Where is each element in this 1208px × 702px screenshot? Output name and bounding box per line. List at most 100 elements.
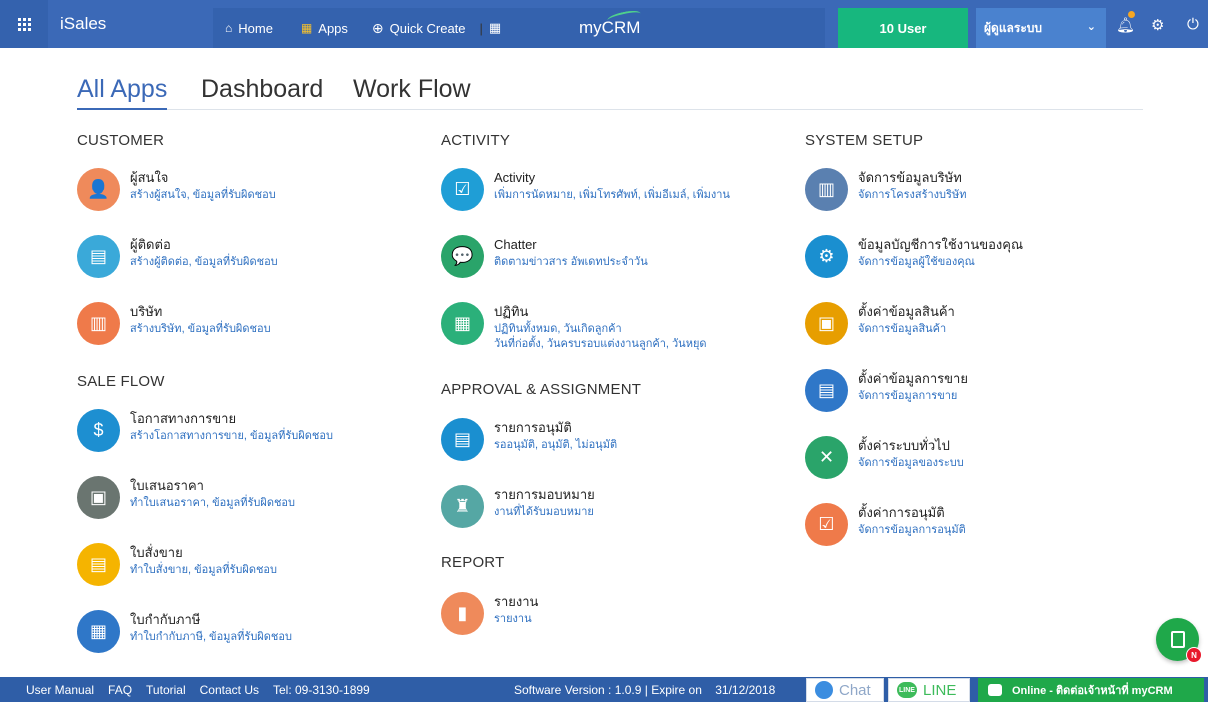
app-subtitle[interactable]: จัดการข้อมูลผู้ใช้ของคุณ — [858, 255, 1023, 270]
app-subtitle[interactable]: เพิ่มการนัดหมาย, เพิ่มโทรศัพท์, เพิ่มอีเ… — [494, 188, 730, 203]
section-approval: APPROVAL & ASSIGNMENT — [441, 381, 642, 398]
app-title: ผู้สนใจ — [130, 170, 169, 185]
app-subtitle[interactable]: จัดการข้อมูลของระบบ — [858, 456, 964, 471]
app-account-settings[interactable]: ⚙ ข้อมูลบัญชีการใช้งานของคุณ จัดการข้อมู… — [805, 235, 1023, 278]
app-title: จัดการข้อมูลบริษัท — [858, 170, 962, 185]
app-subtitle[interactable]: สร้างผู้สนใจ, ข้อมูลที่รับผิดชอบ — [130, 188, 276, 203]
tab-all-apps[interactable]: All Apps — [77, 74, 168, 110]
nav-home[interactable]: ⌂ Home — [225, 21, 273, 36]
app-tax-invoices[interactable]: ▦ ใบกำกับภาษี ทำใบกำกับภาษี, ข้อมูลที่รั… — [77, 610, 292, 653]
approval-settings-icon: ☑ — [805, 503, 848, 546]
line-button[interactable]: LINE LINE — [888, 678, 970, 702]
tab-dashboard[interactable]: Dashboard — [201, 74, 323, 104]
calendar-icon: ▦ — [441, 302, 484, 345]
app-contacts[interactable]: ▤ ผู้ติดต่อ สร้างผู้ติดต่อ, ข้อมูลที่รับ… — [77, 235, 278, 278]
app-grid-button[interactable] — [0, 0, 48, 48]
app-subtitle[interactable]: งานที่ได้รับมอบหมาย — [494, 505, 595, 520]
software-version: Software Version : 1.0.9 | Expire on 31/… — [514, 683, 776, 697]
app-title: โอกาสทางการขาย — [130, 411, 237, 426]
line-label: LINE — [923, 681, 957, 699]
plus-circle-icon: ⊕ — [371, 19, 384, 36]
app-subtitle[interactable]: ทำใบสั่งขาย, ข้อมูลที่รับผิดชอบ — [130, 563, 277, 578]
assign-icon: ♜ — [441, 485, 484, 528]
app-chatter[interactable]: 💬 Chatter ติดตามข่าวสาร อัพเดทประจำวัน — [441, 235, 648, 278]
mycrm-logo[interactable]: myCRM — [579, 8, 642, 38]
app-title: ผู้ติดต่อ — [130, 237, 171, 252]
footer-tutorial[interactable]: Tutorial — [146, 683, 186, 697]
notes-fab[interactable]: N — [1156, 618, 1202, 663]
app-subtitle-2[interactable]: วันที่ก่อตั้ง, วันครบรอบแต่งงานลูกค้า, ว… — [494, 337, 707, 352]
section-system-setup: SYSTEM SETUP — [805, 132, 924, 149]
app-title: ตั้งค่าการอนุมัติ — [858, 505, 945, 520]
app-subtitle[interactable]: รายงาน — [494, 612, 538, 627]
app-title: ตั้งค่าข้อมูลการขาย — [858, 371, 968, 386]
app-quotations[interactable]: ▣ ใบเสนอราคา ทำใบเสนอราคา, ข้อมูลที่รับผ… — [77, 476, 295, 519]
app-opportunities[interactable]: $ โอกาสทางการขาย สร้างโอกาสทางการขาย, ข้… — [77, 409, 333, 452]
app-title: รายการมอบหมาย — [494, 487, 595, 502]
app-company-settings[interactable]: ▥ จัดการข้อมูลบริษัท จัดการโครงสร้างบริษ… — [805, 168, 966, 211]
box-icon: ▣ — [805, 302, 848, 345]
app-leads[interactable]: 👤 ผู้สนใจ สร้างผู้สนใจ, ข้อมูลที่รับผิดช… — [77, 168, 276, 211]
office-icon: ▥ — [805, 168, 848, 211]
app-subtitle[interactable]: สร้างโอกาสทางการขาย, ข้อมูลที่รับผิดชอบ — [130, 429, 333, 444]
footer-contact-us[interactable]: Contact Us — [200, 683, 259, 697]
app-sales-settings[interactable]: ▤ ตั้งค่าข้อมูลการขาย จัดการข้อมูลการขาย — [805, 369, 968, 412]
app-subtitle[interactable]: ติดตามข่าวสาร อัพเดทประจำวัน — [494, 255, 648, 270]
app-approval-settings[interactable]: ☑ ตั้งค่าการอนุมัติ จัดการข้อมูลการอนุมั… — [805, 503, 966, 546]
gear-icon[interactable]: ⚙ — [1151, 16, 1164, 34]
line-icon: LINE — [897, 682, 917, 698]
footer-tel[interactable]: Tel: 09-3130-1899 — [273, 683, 370, 697]
power-icon[interactable]: ⏻ — [1187, 16, 1199, 33]
app-report[interactable]: ▮ รายงาน รายงาน — [441, 592, 538, 635]
app-title: ข้อมูลบัญชีการใช้งานของคุณ — [858, 237, 1024, 252]
online-support-button[interactable]: Online - ติดต่อเจ้าหน้าที่ myCRM — [978, 678, 1204, 702]
app-subtitle[interactable]: สร้างผู้ติดต่อ, ข้อมูลที่รับผิดชอบ — [130, 255, 278, 270]
app-approvals[interactable]: ▤ รายการอนุมัติ รออนุมัติ, อนุมัติ, ไม่อ… — [441, 418, 617, 461]
brand-title[interactable]: iSales — [48, 0, 213, 48]
app-assignments[interactable]: ♜ รายการมอบหมาย งานที่ได้รับมอบหมาย — [441, 485, 595, 528]
app-title: บริษัท — [130, 304, 163, 319]
footer-user-manual[interactable]: User Manual — [26, 683, 94, 697]
app-subtitle[interactable]: ทำใบเสนอราคา, ข้อมูลที่รับผิดชอบ — [130, 496, 295, 511]
invoice-icon: ▦ — [77, 610, 120, 653]
chat-button[interactable]: Chat — [806, 678, 884, 702]
app-subtitle[interactable]: ทำใบกำกับภาษี, ข้อมูลที่รับผิดชอบ — [130, 630, 292, 645]
app-subtitle[interactable]: สร้างบริษัท, ข้อมูลที่รับผิดชอบ — [130, 322, 271, 337]
clipboard-icon: ▣ — [77, 476, 120, 519]
app-subtitle[interactable]: รออนุมัติ, อนุมัติ, ไม่อนุมัติ — [494, 438, 617, 453]
calculator-icon[interactable]: ▦ — [489, 20, 501, 36]
app-subtitle[interactable]: จัดการข้อมูลสินค้า — [858, 322, 955, 337]
bell-icon[interactable]: 🔔︎ — [1116, 16, 1135, 34]
nav-quick-create[interactable]: ⊕ Quick Create — [372, 20, 466, 37]
document-icon — [1170, 631, 1185, 648]
building-icon: ▥ — [77, 302, 120, 345]
app-tabs: All Apps Dashboard Work Flow — [77, 74, 1143, 110]
chevron-down-icon: ⌄ — [1086, 21, 1096, 33]
user-count-button[interactable]: 10 User — [838, 8, 968, 48]
app-subtitle[interactable]: จัดการข้อมูลการอนุมัติ — [858, 523, 966, 538]
app-activity[interactable]: ☑ Activity เพิ่มการนัดหมาย, เพิ่มโทรศัพท… — [441, 168, 730, 211]
footer-faq[interactable]: FAQ — [108, 683, 132, 697]
app-subtitle[interactable]: จัดการข้อมูลการขาย — [858, 389, 968, 404]
app-title: ใบเสนอราคา — [130, 478, 204, 493]
contact-card-icon: ▤ — [77, 235, 120, 278]
app-system-settings[interactable]: ✕ ตั้งค่าระบบทั่วไป จัดการข้อมูลของระบบ — [805, 436, 964, 479]
app-title: Chatter — [494, 237, 537, 252]
approval-icon: ▤ — [441, 418, 484, 461]
app-subtitle[interactable]: ปฏิทินทั้งหมด, วันเกิดลูกค้า — [494, 322, 707, 337]
tab-work-flow[interactable]: Work Flow — [353, 74, 471, 104]
role-select-value: ผู้ดูแลระบบ — [984, 20, 1043, 35]
app-subtitle[interactable]: จัดการโครงสร้างบริษัท — [858, 188, 966, 203]
main-nav: ⌂ Home ▦ Apps ⊕ Quick Create | ▦ myCRM — [213, 8, 825, 48]
sales-settings-icon: ▤ — [805, 369, 848, 412]
gear-icon: ⚙ — [805, 235, 848, 278]
apps-icon: ▦ — [300, 21, 313, 35]
nav-apps[interactable]: ▦ Apps — [301, 21, 348, 36]
app-companies[interactable]: ▥ บริษัท สร้างบริษัท, ข้อมูลที่รับผิดชอบ — [77, 302, 271, 345]
user-icon: 👤 — [77, 168, 120, 211]
app-sales-orders[interactable]: ▤ ใบสั่งขาย ทำใบสั่งขาย, ข้อมูลที่รับผิด… — [77, 543, 277, 586]
role-select[interactable]: ผู้ดูแลระบบ ⌄ — [976, 8, 1106, 48]
app-title: รายการอนุมัติ — [494, 420, 572, 435]
app-calendar[interactable]: ▦ ปฏิทิน ปฏิทินทั้งหมด, วันเกิดลูกค้า วั… — [441, 302, 707, 352]
app-product-settings[interactable]: ▣ ตั้งค่าข้อมูลสินค้า จัดการข้อมูลสินค้า — [805, 302, 955, 345]
